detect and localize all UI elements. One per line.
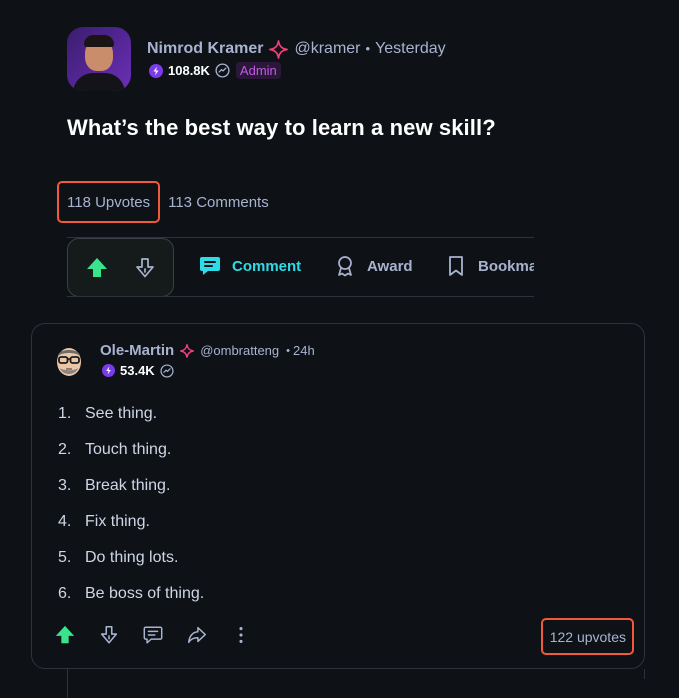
comment-author-name[interactable]: Ole-Martin: [100, 342, 174, 360]
comment-upvotes-count[interactable]: 122 upvotes: [540, 618, 634, 655]
comment-bubble-icon: [200, 257, 220, 275]
list-item: 3. Break thing.: [58, 477, 171, 494]
post-stats: 118 Upvotes 113 Comments: [57, 181, 269, 223]
bookmark-label: Bookmark: [478, 257, 534, 275]
comment-author-handle[interactable]: @ombratteng: [200, 342, 279, 360]
comment-upvote-button[interactable]: [54, 624, 98, 646]
downvote-arrow-icon: [100, 625, 118, 644]
comments-count[interactable]: 113 Comments: [168, 194, 269, 211]
sparkle-icon: [269, 39, 289, 59]
sparkle-icon: [180, 344, 195, 358]
comment-button[interactable]: Comment: [198, 254, 301, 278]
upvote-arrow-icon: [87, 257, 107, 277]
list-item: 1. See thing.: [58, 405, 158, 422]
comment-bubble-icon: [143, 626, 163, 644]
comment-list: 1. See thing. 2. Touch thing. 3. Break thin…: [58, 404, 204, 620]
post-title: What’s the best way to learn a new skill…: [67, 115, 496, 140]
reputation-icon: [149, 63, 163, 78]
author-info: Nimrod Kramer @kramer • Yesterday 108.8K…: [147, 27, 446, 91]
author-name[interactable]: Nimrod Kramer: [147, 39, 263, 59]
post-time: Yesterday: [375, 40, 446, 57]
comment-author-info: Ole-Martin @ombratteng • 24h 53.4K: [100, 342, 315, 378]
share-arrow-icon: [188, 626, 206, 644]
comment-actions: [54, 624, 274, 646]
list-item: 4. Fix thing.: [58, 513, 150, 530]
upvote-arrow-icon: [55, 625, 75, 644]
comment-label: Comment: [232, 257, 302, 275]
vote-group: [67, 238, 174, 296]
comment-card: Ole-Martin @ombratteng • 24h 53.4K 1. See…: [31, 323, 645, 669]
comment-downvote-button[interactable]: [98, 624, 142, 646]
thread-line: [67, 669, 68, 698]
comment-reputation-value: 53.4K: [120, 363, 155, 378]
comment-reply-button[interactable]: [142, 624, 186, 646]
separator-dot: •: [365, 41, 371, 56]
award-label: Award: [367, 257, 413, 275]
downvote-arrow-icon: [136, 257, 154, 277]
downvote-button[interactable]: [121, 244, 169, 292]
comment-more-button[interactable]: [230, 624, 274, 646]
bookmark-icon: [449, 256, 463, 276]
card-edge-line: [644, 669, 645, 679]
list-item: 6. Be boss of thing.: [58, 585, 205, 602]
post-page: Nimrod Kramer @kramer • Yesterday 108.8K…: [0, 0, 679, 698]
reputation-value: 108.8K: [168, 63, 210, 78]
post-header: Nimrod Kramer @kramer • Yesterday 108.8K…: [67, 27, 446, 91]
verified-icon: [160, 363, 174, 378]
comment-author-avatar[interactable]: [54, 344, 84, 378]
list-item: 5. Do thing lots.: [58, 549, 179, 566]
more-vertical-icon: [239, 627, 243, 643]
author-handle[interactable]: @kramer: [294, 39, 360, 59]
verified-icon: [215, 63, 230, 78]
separator-dot: •: [286, 345, 291, 357]
award-medal-icon: [338, 256, 352, 277]
list-item: 2. Touch thing.: [58, 441, 172, 458]
admin-badge: Admin: [235, 62, 281, 79]
comment-share-button[interactable]: [186, 624, 230, 646]
reputation-icon: [102, 364, 115, 377]
upvote-button[interactable]: [73, 244, 121, 292]
upvotes-count[interactable]: 118 Upvotes: [57, 181, 161, 223]
award-button[interactable]: Award: [333, 254, 413, 278]
bookmark-button[interactable]: Bookmark: [444, 254, 534, 278]
author-avatar[interactable]: [67, 27, 131, 91]
post-action-bar: Comment Award Bookmark: [67, 237, 534, 297]
comment-time: 24h: [293, 343, 315, 358]
